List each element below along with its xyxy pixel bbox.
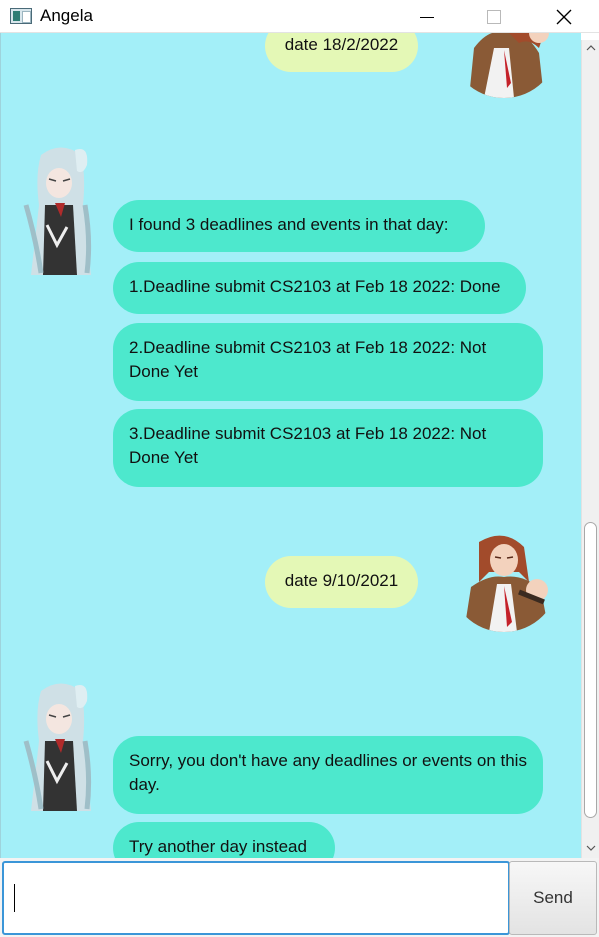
bot-message-bubble: I found 3 deadlines and events in that d… [113, 200, 485, 252]
app-window-icon [10, 8, 32, 24]
message-text: date 18/2/2022 [284, 35, 399, 54]
window-title: Angela [40, 6, 93, 25]
message-input[interactable] [2, 861, 510, 935]
user-message-bubble: date 18/2/2022 [265, 33, 418, 72]
text-caret [14, 884, 15, 912]
scrollbar-thumb[interactable] [584, 522, 597, 818]
message-text: 2.Deadline submit CS2103 at Feb 18 2022:… [129, 338, 487, 381]
maximize-button[interactable] [471, 0, 517, 33]
bot-message-bubble: 1.Deadline submit CS2103 at Feb 18 2022:… [113, 262, 526, 314]
bot-avatar [21, 681, 101, 811]
bot-message-bubble: Try another day instead [113, 822, 335, 858]
maximize-icon [487, 9, 501, 24]
bot-message-bubble: Sorry, you don't have any deadlines or e… [113, 736, 543, 814]
bot-avatar [21, 145, 101, 275]
message-text: I found 3 deadlines and events in that d… [129, 215, 449, 234]
message-text: Sorry, you don't have any deadlines or e… [129, 751, 527, 794]
message-text: date 9/10/2021 [284, 571, 399, 590]
user-message-bubble: date 9/10/2021 [265, 556, 418, 608]
minimize-button[interactable] [404, 0, 450, 33]
scroll-down-icon[interactable] [585, 843, 597, 853]
scroll-up-icon[interactable] [585, 43, 597, 53]
user-avatar [449, 522, 559, 632]
message-text: 1.Deadline submit CS2103 at Feb 18 2022:… [129, 277, 501, 296]
message-text: 3.Deadline submit CS2103 at Feb 18 2022:… [129, 424, 487, 467]
title-bar: Angela [0, 0, 599, 33]
user-avatar [449, 33, 559, 98]
minimize-icon [420, 17, 434, 18]
chat-scrollbar[interactable] [581, 40, 599, 858]
close-button[interactable] [541, 0, 587, 33]
bot-message-bubble: 2.Deadline submit CS2103 at Feb 18 2022:… [113, 323, 543, 401]
send-button[interactable]: Send [509, 861, 597, 935]
bot-message-bubble: 3.Deadline submit CS2103 at Feb 18 2022:… [113, 409, 543, 487]
message-text: Try another day instead [129, 837, 307, 856]
input-bar: Send [0, 858, 599, 937]
chat-area[interactable]: date 18/2/2022 I found 3 deadlines and e… [0, 33, 581, 858]
close-icon [556, 9, 572, 24]
